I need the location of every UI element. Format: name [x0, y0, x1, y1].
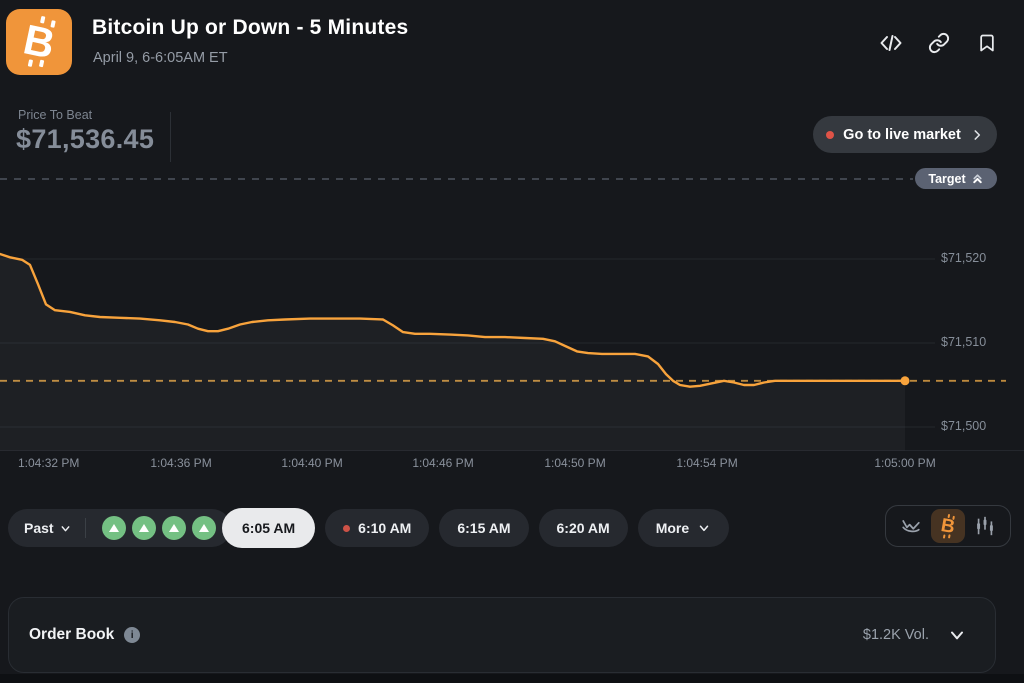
divider [170, 112, 171, 162]
chevrons-up-icon [971, 172, 984, 185]
last-price-dot [901, 376, 910, 385]
x-axis-tick: 1:04:54 PM [676, 456, 737, 470]
chevron-right-icon [970, 128, 984, 142]
price-area-fill [0, 254, 905, 451]
price-chart: $71,520 $71,510 $71,500 1:04:32 PM 1:04:36 P… [0, 165, 1024, 480]
order-book-volume: $1.2K Vol. [863, 627, 929, 643]
up-arrow-icon [169, 524, 179, 532]
bookmark-icon[interactable] [974, 30, 1000, 56]
target-badge[interactable]: Target [915, 168, 997, 189]
price-to-beat-label: Price To Beat [18, 108, 92, 122]
more-dropdown[interactable]: More [638, 509, 729, 547]
target-badge-label: Target [928, 172, 965, 186]
bottom-strip [0, 674, 1024, 683]
info-icon[interactable]: i [124, 627, 140, 643]
x-axis-tick: 1:04:40 PM [281, 456, 342, 470]
past-dropdown[interactable]: Past [24, 520, 72, 536]
up-arrow-button[interactable] [132, 516, 156, 540]
chevron-down-icon[interactable] [947, 625, 967, 645]
live-dot [343, 525, 350, 532]
chevron-down-icon [59, 522, 72, 535]
past-label: Past [24, 520, 54, 536]
page-subtitle: April 9, 6-6:05AM ET [93, 50, 228, 66]
up-arrow-button[interactable] [102, 516, 126, 540]
time-tab-label: 6:10 AM [358, 520, 411, 536]
x-axis-tick: 1:04:46 PM [412, 456, 473, 470]
bitcoin-icon: B [20, 18, 58, 65]
header-actions [878, 30, 1000, 56]
order-book-summary: $1.2K Vol. [863, 625, 967, 645]
past-group: Past [8, 509, 231, 547]
up-arrow-icon [199, 524, 209, 532]
divider [85, 518, 86, 538]
chart-type-toggle: B [885, 505, 1011, 547]
chevron-down-icon [697, 521, 711, 535]
time-tabs: 6:05 AM 6:10 AM 6:15 AM 6:20 AM More [222, 508, 729, 548]
up-arrow-icon [139, 524, 149, 532]
time-tab-6-15-am[interactable]: 6:15 AM [439, 509, 528, 547]
copy-link-icon[interactable] [926, 30, 952, 56]
up-arrow-button[interactable] [162, 516, 186, 540]
page-title: Bitcoin Up or Down - 5 Minutes [92, 16, 408, 40]
go-to-live-market-label: Go to live market [843, 127, 961, 143]
order-book-header: Order Book i [29, 626, 140, 644]
up-arrow-icon [109, 524, 119, 532]
more-label: More [656, 520, 689, 536]
y-axis-tick: $71,500 [941, 419, 986, 433]
bitcoin-icon: B [940, 515, 957, 536]
y-axis-tick: $71,510 [941, 335, 986, 349]
time-tab-label: 6:05 AM [242, 520, 295, 536]
bitcoin-logo: B [6, 9, 72, 75]
y-axis-tick: $71,520 [941, 251, 986, 265]
time-tab-6-05-am[interactable]: 6:05 AM [222, 508, 315, 548]
bitcoin-chart-icon[interactable]: B [931, 509, 965, 543]
live-status-dot [826, 131, 834, 139]
controls-row: Past 6:05 AM 6:10 AM 6:15 AM 6:20 AM More B [0, 508, 1024, 550]
order-book-title: Order Book [29, 626, 114, 644]
time-tab-label: 6:20 AM [557, 520, 610, 536]
x-axis-tick: 1:04:32 PM [18, 456, 79, 470]
price-to-beat-value: $71,536.45 [16, 124, 154, 155]
market-page: B Bitcoin Up or Down - 5 Minutes April 9… [0, 0, 1024, 683]
candlestick-icon[interactable] [968, 509, 1002, 543]
price-chart-svg [0, 165, 1024, 480]
time-tab-label: 6:15 AM [457, 520, 510, 536]
time-tab-6-20-am[interactable]: 6:20 AM [539, 509, 628, 547]
time-tab-6-10-am[interactable]: 6:10 AM [325, 509, 429, 547]
line-chart-icon[interactable] [894, 509, 928, 543]
x-axis-tick: 1:04:50 PM [544, 456, 605, 470]
x-axis-tick: 1:04:36 PM [150, 456, 211, 470]
embed-code-icon[interactable] [878, 30, 904, 56]
x-axis-tick: 1:05:00 PM [874, 456, 935, 470]
up-arrow-button[interactable] [192, 516, 216, 540]
go-to-live-market-button[interactable]: Go to live market [813, 116, 997, 153]
order-book-panel[interactable]: Order Book i $1.2K Vol. [8, 597, 996, 673]
